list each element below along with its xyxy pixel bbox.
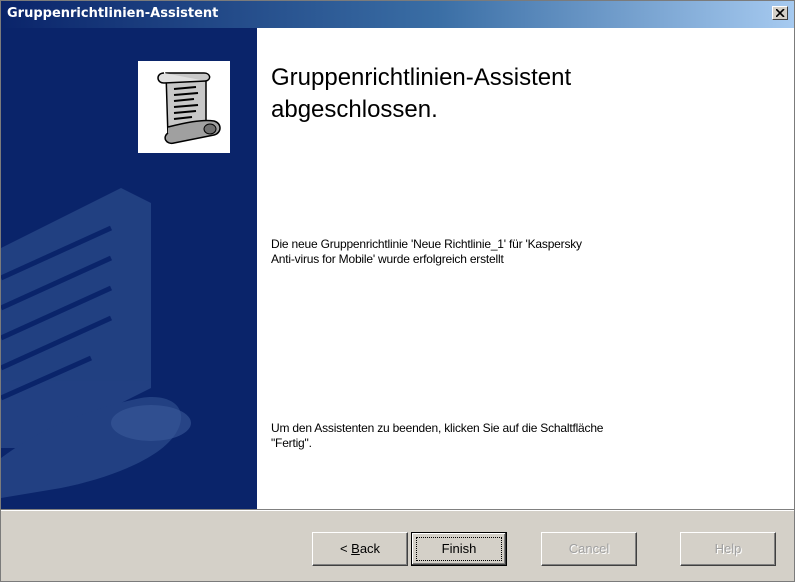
finish-button-focus-rect: Finish (416, 537, 502, 561)
close-icon (776, 9, 785, 17)
wizard-image (138, 61, 230, 153)
wizard-window: Gruppenrichtlinien-Assistent Gruppenrich… (0, 0, 795, 582)
finish-button[interactable]: Finish (411, 532, 507, 566)
creation-message-line-1: Die neue Gruppenrichtlinie 'Neue Richtli… (271, 237, 582, 251)
page-title-line-2: abgeschlossen. (271, 96, 438, 123)
finish-instruction-line-2: "Fertig". (271, 436, 312, 450)
cancel-button[interactable]: Cancel (541, 532, 637, 566)
back-button-rest: ack (359, 541, 381, 556)
help-button[interactable]: Help (680, 532, 776, 566)
wizard-content: Gruppenrichtlinien-Assistent abgeschloss… (1, 28, 794, 509)
back-button[interactable]: < Back (312, 532, 408, 566)
window-title: Gruppenrichtlinien-Assistent (7, 6, 219, 21)
back-button-prefix: < (339, 541, 352, 556)
cancel-button-label: Cancel (568, 541, 610, 556)
finish-button-label: Finish (441, 541, 477, 556)
creation-message: Die neue Gruppenrichtlinie 'Neue Richtli… (271, 237, 771, 267)
button-bar-separator (1, 509, 794, 511)
finish-instruction-line-1: Um den Assistenten zu beenden, klicken S… (271, 421, 604, 435)
help-button-label: Help (714, 541, 742, 556)
close-button[interactable] (772, 6, 788, 20)
scroll-document-icon (157, 72, 221, 145)
title-bar: Gruppenrichtlinien-Assistent (1, 1, 794, 28)
wizard-sidebar (1, 28, 257, 509)
page-title: Gruppenrichtlinien-Assistent abgeschloss… (271, 62, 771, 126)
back-button-mnemonic: B (351, 541, 360, 556)
page-title-line-1: Gruppenrichtlinien-Assistent (271, 64, 572, 91)
creation-message-line-2: Anti-virus for Mobile' wurde erfolgreich… (271, 252, 504, 266)
finish-instruction: Um den Assistenten zu beenden, klicken S… (271, 421, 771, 451)
